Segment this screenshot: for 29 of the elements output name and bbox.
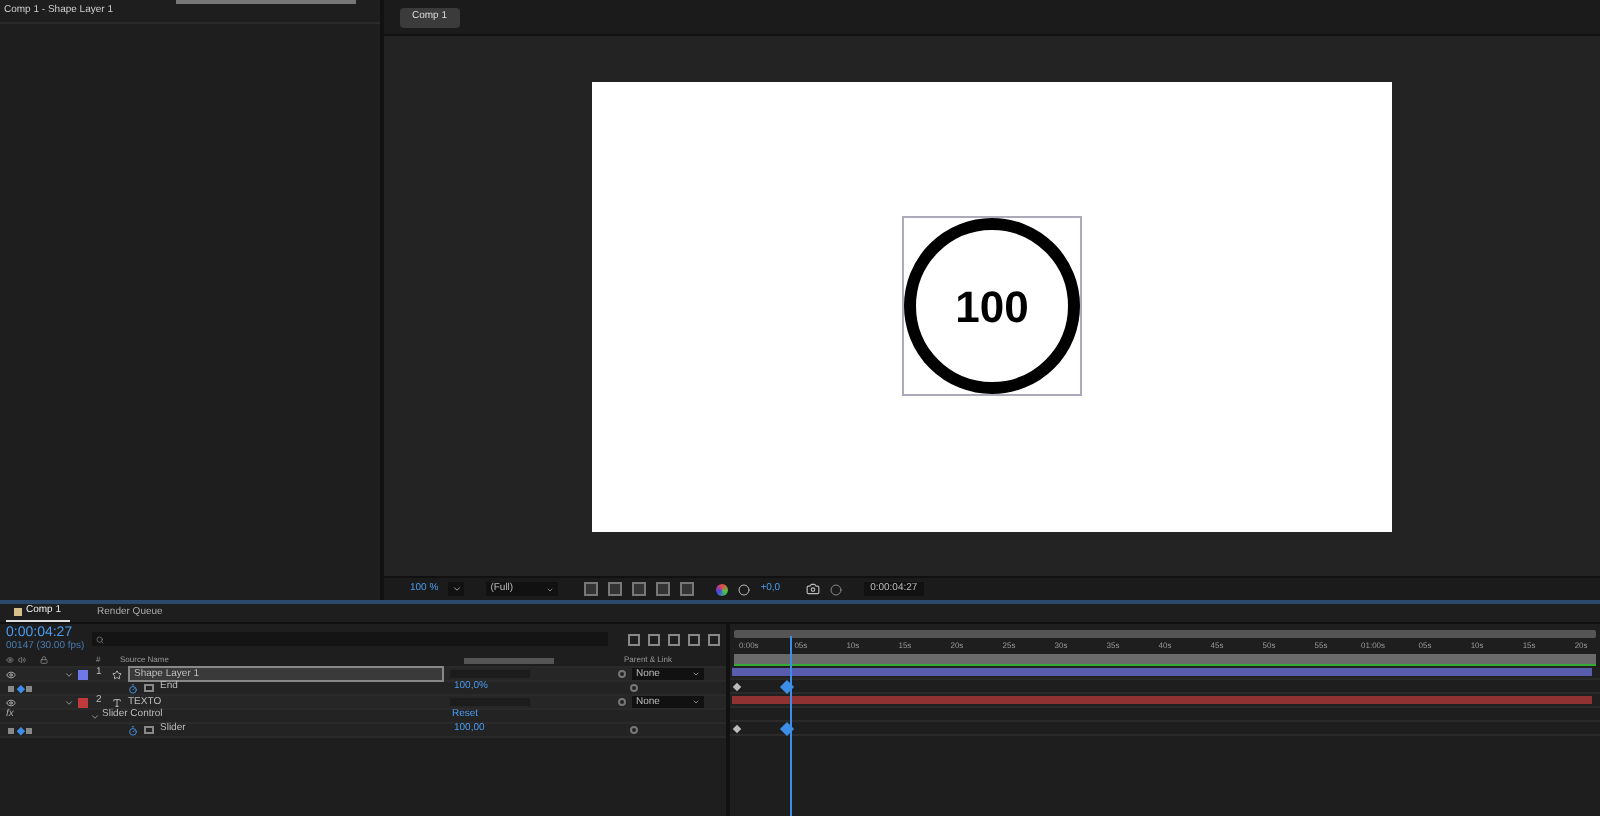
label-color[interactable] <box>78 669 88 679</box>
audio-header-icon <box>18 656 26 664</box>
keyframe[interactable] <box>732 682 742 692</box>
switches-header <box>464 657 554 663</box>
expand-icon[interactable] <box>64 669 74 679</box>
visibility-icon[interactable] <box>6 697 16 707</box>
stopwatch-icon[interactable] <box>128 683 138 693</box>
pickwhip-icon[interactable] <box>630 726 638 734</box>
visibility-header-icon <box>6 656 14 664</box>
search-field[interactable] <box>92 632 608 646</box>
camera-icon[interactable] <box>806 582 821 596</box>
keyframe-navigator[interactable] <box>8 685 32 691</box>
expand-icon[interactable] <box>64 697 74 707</box>
keyframe[interactable] <box>732 724 742 734</box>
visibility-icon[interactable] <box>6 669 16 679</box>
graph-icon[interactable] <box>144 726 154 734</box>
zoom-dropdown[interactable] <box>448 582 465 596</box>
stopwatch-icon[interactable] <box>128 725 138 735</box>
text-layer-icon <box>112 697 122 707</box>
search-icon <box>96 635 105 643</box>
keyframe-navigator[interactable] <box>8 727 32 733</box>
expand-icon[interactable] <box>90 711 100 721</box>
graph-icon[interactable] <box>144 684 154 692</box>
star-icon <box>112 669 122 679</box>
chevron-down-icon <box>451 584 462 594</box>
counter-text: 100 <box>955 279 1029 335</box>
color-channel-icon[interactable] <box>716 583 729 595</box>
lock-header-icon <box>40 656 48 664</box>
label-color[interactable] <box>78 697 88 707</box>
